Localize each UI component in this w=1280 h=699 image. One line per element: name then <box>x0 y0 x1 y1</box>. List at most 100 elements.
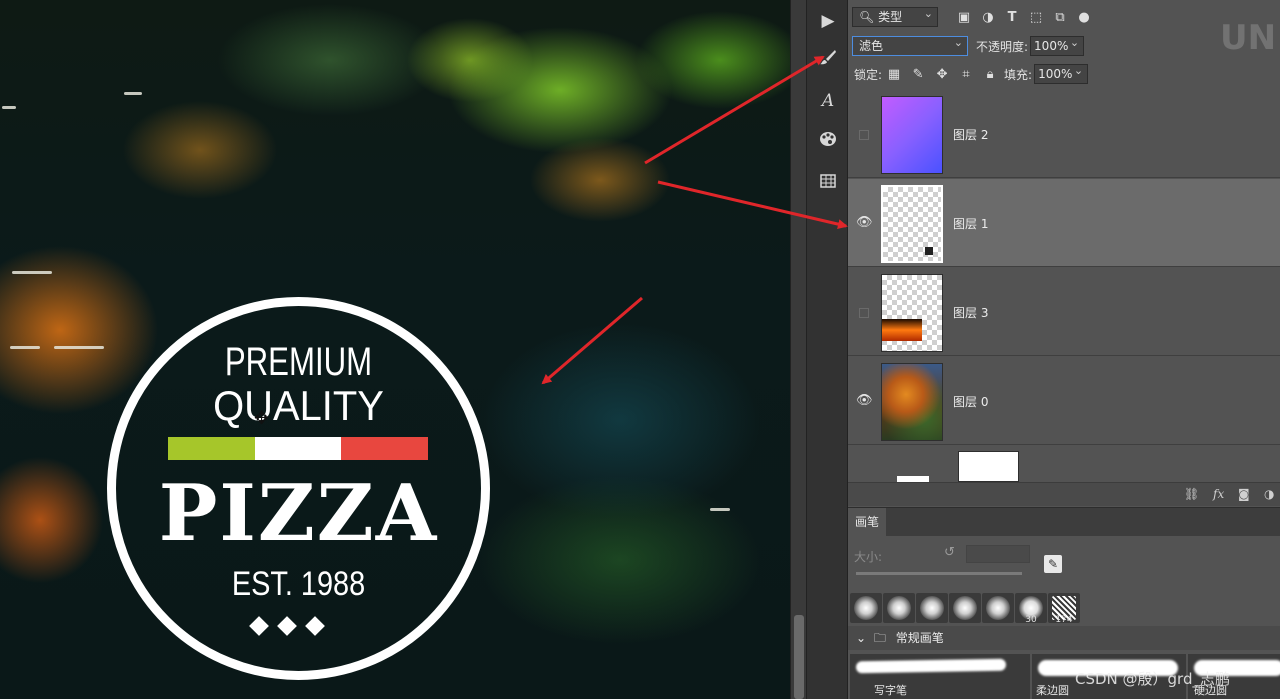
lock-row: 锁定: ▦ ✎ ✥ ⌗ 🔒︎ 填充: 100% <box>848 62 1280 84</box>
fill-field[interactable]: 100% <box>1034 62 1089 84</box>
logo-diamonds <box>249 616 352 636</box>
play-icon[interactable]: ▶ <box>815 8 841 34</box>
logo-bar-white <box>254 437 342 460</box>
water-highlight <box>2 106 16 109</box>
palette-icon[interactable] <box>815 129 841 155</box>
shape-filter-icon[interactable]: ⬚ <box>1024 10 1048 25</box>
blend-mode-select[interactable]: 滤色 <box>852 34 968 56</box>
brush-tab-bar <box>886 508 1280 536</box>
brush-tip[interactable] <box>949 593 981 623</box>
brush-icon[interactable] <box>815 48 841 74</box>
logo-color-bar <box>168 437 429 460</box>
brush-tip[interactable] <box>916 593 948 623</box>
adjustment-filter-icon[interactable]: ◑ <box>976 10 1000 25</box>
mask-indicator-icon <box>925 247 933 255</box>
layer-row[interactable]: 图层 3 <box>848 268 1280 356</box>
water-highlight <box>10 346 40 349</box>
blend-row: 滤色 不透明度: 100% <box>848 34 1280 57</box>
layer-name[interactable]: 图层 3 <box>953 304 988 321</box>
canvas-scrollbar[interactable] <box>790 0 806 699</box>
layer-row-selected[interactable]: 👁︎ 图层 1 <box>848 179 1280 267</box>
layer-name[interactable]: 图层 2 <box>953 126 988 143</box>
diamond-icon <box>249 616 269 636</box>
table-icon[interactable] <box>815 170 841 196</box>
new-brush-icon[interactable]: ✎ <box>1044 555 1062 573</box>
logo-quality-text: QUALITY <box>213 382 384 429</box>
brush-tip[interactable]: 30 <box>1015 593 1047 625</box>
brush-group-label: 常规画笔 <box>895 631 944 645</box>
lock-label: 锁定: <box>854 67 883 82</box>
type-filter-icon[interactable]: T <box>1000 10 1024 25</box>
add-mask-icon[interactable]: ◙ <box>1238 487 1250 501</box>
layers-panel: 🔍︎ 类型 ▣ ◑ T ⬚ ⧉ ● 滤色 不透明度: 100% 锁定: ▦ ✎ <box>848 0 1280 699</box>
water-highlight <box>124 92 142 95</box>
brush-tip[interactable] <box>850 593 882 623</box>
fx-icon[interactable]: fx <box>1213 487 1224 501</box>
fire-thumbnail-content <box>882 319 922 341</box>
adjustment-layer-icon[interactable]: ◑ <box>1264 487 1274 501</box>
scrollbar-thumb[interactable] <box>794 615 804 699</box>
logo-premium-text: PREMIUM <box>224 340 373 384</box>
layer-thumbnail <box>881 274 943 352</box>
folder-icon: 🗀 <box>873 631 886 645</box>
layer-filter-row: 🔍︎ 类型 ▣ ◑ T ⬚ ⧉ ● <box>848 5 1280 28</box>
logo-bar-red <box>341 437 429 460</box>
move-cursor-icon: ✥ <box>254 408 270 429</box>
brush-group-header[interactable]: ⌄ 🗀 常规画笔 <box>848 626 1280 650</box>
brush-tip[interactable] <box>883 593 915 623</box>
diamond-icon <box>277 616 297 636</box>
filter-toggle-icon[interactable]: ● <box>1072 10 1096 25</box>
brush-tip[interactable]: 174 <box>1048 593 1080 625</box>
brush-size-number: 30 <box>1025 615 1037 625</box>
link-layers-icon[interactable]: ⛓ <box>1184 487 1199 501</box>
layer-thumbnail <box>881 363 943 441</box>
visibility-toggle[interactable] <box>859 130 869 140</box>
opacity-label: 不透明度: <box>976 39 1029 54</box>
lock-transparency-icon[interactable]: ▦ <box>882 67 906 82</box>
fill-label: 填充: <box>1004 67 1033 82</box>
smartobject-filter-icon[interactable]: ⧉ <box>1048 10 1072 25</box>
layer-thumbnail <box>881 185 943 263</box>
image-filter-icon[interactable]: ▣ <box>952 10 976 25</box>
logo-est-text: EST. 1988 <box>231 565 366 603</box>
brush-size-field[interactable] <box>966 545 1030 563</box>
brush-tip[interactable] <box>982 593 1014 623</box>
layers-footer-toolbar: ⛓ fx ◙ ◑ <box>848 482 1280 506</box>
water-highlight <box>54 346 104 349</box>
visibility-toggle[interactable] <box>859 308 869 318</box>
brush-preset-label: 柔边圆 <box>1036 684 1069 697</box>
eye-icon[interactable]: 👁︎ <box>856 393 873 409</box>
logo-bar-green <box>168 437 255 460</box>
water-highlight <box>710 508 730 511</box>
layer-row-partial[interactable] <box>848 446 1280 482</box>
brush-stroke-preview <box>855 658 1007 674</box>
brush-preset-label: 写字笔 <box>874 684 907 697</box>
layer-row[interactable]: 👁︎ 图层 0 <box>848 357 1280 445</box>
eye-icon[interactable]: 👁︎ <box>856 215 873 231</box>
lock-all-icon[interactable]: 🔒︎ <box>978 67 1002 82</box>
reset-icon[interactable]: ↺ <box>944 545 955 560</box>
blend-mode-value: 滤色 <box>859 39 884 53</box>
brush-preset[interactable]: 写字笔 <box>850 654 1030 699</box>
logo-pizza-text: PIZZA <box>158 468 439 559</box>
layer-thumbnail <box>881 96 943 174</box>
opacity-field[interactable]: 100% <box>1030 34 1085 56</box>
document-canvas[interactable]: PREMIUM QUALITY PIZZA EST. 1988 ✥ <box>0 0 790 699</box>
lock-pixels-icon[interactable]: ✎ <box>906 67 930 82</box>
lock-position-icon[interactable]: ✥ <box>930 67 954 82</box>
lock-artboard-icon[interactable]: ⌗ <box>954 67 978 82</box>
search-icon: 🔍︎ <box>859 10 875 24</box>
brush-size-number: 174 <box>1055 615 1073 625</box>
layer-row[interactable]: 图层 2 <box>848 90 1280 178</box>
tab-brushes[interactable]: 画笔 <box>848 508 886 536</box>
chevron-down-icon: ⌄ <box>856 631 867 645</box>
layer-mask-thumbnail <box>958 451 1019 482</box>
layer-filter-select[interactable]: 🔍︎ 类型 <box>852 5 938 27</box>
character-icon[interactable]: A <box>815 88 841 114</box>
panel-icon-bar: ▶ A <box>806 0 848 699</box>
layer-name[interactable]: 图层 0 <box>953 393 988 410</box>
opacity-value: 100% <box>1034 39 1069 53</box>
diamond-icon <box>305 616 325 636</box>
layer-name[interactable]: 图层 1 <box>953 215 988 232</box>
brush-size-slider[interactable] <box>856 572 1022 575</box>
